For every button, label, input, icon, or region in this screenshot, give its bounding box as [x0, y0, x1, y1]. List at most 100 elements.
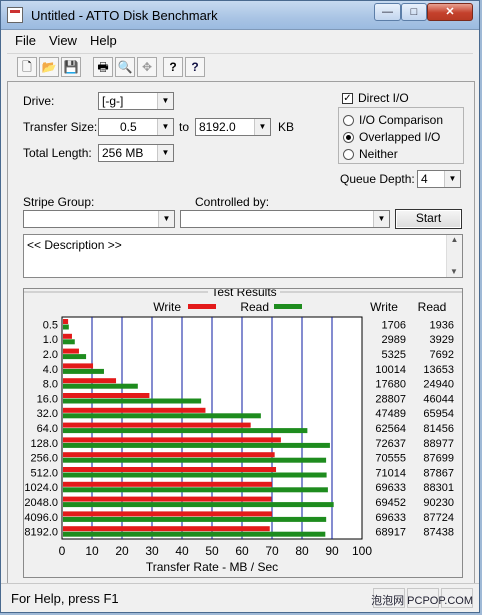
category-label: 1024.0	[24, 482, 58, 494]
start-button[interactable]: Start	[395, 209, 462, 229]
chevron-down-icon[interactable]: ▼	[157, 145, 173, 161]
chevron-down-icon[interactable]: ▼	[444, 171, 460, 187]
write-value: 71014	[375, 467, 406, 479]
read-bar	[63, 457, 327, 463]
menu-view[interactable]: View	[49, 33, 77, 48]
write-bar	[63, 407, 206, 413]
x-tick-label: 50	[205, 544, 219, 558]
x-tick-label: 40	[175, 544, 189, 558]
read-bar	[63, 383, 138, 389]
chevron-down-icon[interactable]: ▼	[254, 119, 270, 135]
read-bar	[63, 487, 328, 493]
move-icon[interactable]: ✥	[137, 57, 157, 77]
category-label: 128.0	[30, 438, 58, 450]
stripe-group-label: Stripe Group:	[23, 195, 95, 209]
read-bar	[63, 516, 327, 522]
description-box[interactable]: << Description >> ▲ ▼	[23, 234, 463, 278]
drive-select[interactable]: [-g-] ▼	[98, 92, 174, 110]
legend-read-label: Read	[240, 300, 269, 314]
read-bar	[63, 531, 326, 537]
controlled-by-select[interactable]: ▼	[180, 210, 390, 228]
menu-file[interactable]: File	[15, 33, 36, 48]
write-value: 2989	[382, 334, 406, 346]
close-button[interactable]: ✕	[427, 3, 473, 21]
save-disk-icon[interactable]: 💾	[61, 57, 81, 77]
open-folder-icon[interactable]: 📂	[39, 57, 59, 77]
category-label: 8192.0	[24, 527, 58, 539]
status-bar: For Help, press F1 泡泡网 PCPOP.COM	[1, 583, 479, 612]
read-value: 24940	[423, 379, 454, 391]
read-value: 13653	[423, 364, 454, 376]
category-label: 1.0	[43, 334, 58, 346]
read-bar	[63, 354, 87, 360]
x-tick-label: 90	[325, 544, 339, 558]
write-bar	[63, 496, 272, 502]
transfer-size-to-value: 8192.0	[199, 120, 236, 134]
write-value: 72637	[375, 438, 406, 450]
app-icon[interactable]	[7, 7, 23, 23]
read-value: 7692	[430, 349, 454, 361]
io-comparison-radio[interactable]	[343, 115, 354, 126]
x-tick-label: 0	[59, 544, 66, 558]
context-help-icon[interactable]: ?	[185, 57, 205, 77]
results-chart: Test Results Write Read Write Read 0.5 1.…	[24, 285, 462, 574]
read-value: 88977	[423, 438, 454, 450]
controlled-by-label: Controlled by:	[195, 195, 270, 209]
help-icon[interactable]: ?	[163, 57, 183, 77]
menu-help[interactable]: Help	[90, 33, 117, 48]
stripe-group-select[interactable]: ▼	[23, 210, 175, 228]
maximize-button[interactable]: □	[401, 3, 427, 21]
direct-io-label: Direct I/O	[358, 91, 409, 105]
read-bar	[63, 413, 261, 419]
io-comparison-label: I/O Comparison	[359, 113, 444, 127]
category-label: 512.0	[30, 467, 58, 479]
category-label: 4096.0	[24, 512, 58, 524]
category-label: 16.0	[37, 393, 58, 405]
write-value: 10014	[375, 364, 406, 376]
category-labels: 0.5 1.0 2.0 4.0 8.0 16.0 32.0 64.0 128.0 256.0 512…	[24, 319, 58, 538]
write-value: 5325	[382, 349, 406, 361]
chevron-down-icon[interactable]: ▼	[157, 119, 173, 135]
transfer-size-label: Transfer Size:	[23, 120, 98, 134]
scroll-up-icon[interactable]: ▲	[447, 235, 462, 244]
description-scrollbar[interactable]: ▲ ▼	[446, 235, 462, 277]
category-label: 256.0	[30, 453, 58, 465]
chevron-down-icon[interactable]: ▼	[158, 211, 174, 227]
category-label: 0.5	[43, 319, 58, 331]
category-label: 8.0	[43, 379, 58, 391]
category-label: 2.0	[43, 349, 58, 361]
to-label: to	[179, 120, 190, 134]
write-value: 62564	[375, 423, 406, 435]
read-value: 87438	[423, 527, 454, 539]
neither-radio[interactable]	[343, 149, 354, 160]
title-bar[interactable]: Untitled - ATTO Disk Benchmark — □ ✕	[1, 1, 479, 30]
direct-io-checkbox[interactable]: ✓	[342, 93, 353, 104]
x-tick-label: 30	[145, 544, 159, 558]
minimize-button[interactable]: —	[374, 3, 401, 21]
kb-label: KB	[278, 120, 295, 134]
write-bar	[63, 348, 79, 354]
write-bar	[63, 393, 150, 398]
write-bar	[63, 452, 275, 458]
neither-label: Neither	[359, 147, 398, 161]
read-value: 3929	[430, 334, 454, 346]
read-value: 87724	[423, 512, 454, 524]
transfer-size-to-select[interactable]: 8192.0 ▼	[195, 118, 271, 136]
drive-label: Drive:	[23, 94, 55, 108]
total-length-select[interactable]: 256 MB ▼	[98, 144, 174, 162]
print-icon[interactable]: 🖶	[93, 57, 113, 77]
chevron-down-icon[interactable]: ▼	[373, 211, 389, 227]
overlapped-io-radio[interactable]	[343, 132, 354, 143]
transfer-size-from-select[interactable]: 0.5 ▼	[98, 118, 174, 136]
chevron-down-icon[interactable]: ▼	[157, 93, 173, 109]
status-text: For Help, press F1	[11, 591, 119, 606]
scroll-down-icon[interactable]: ▼	[447, 267, 461, 276]
read-value: 87867	[423, 467, 454, 479]
queue-depth-select[interactable]: 4 ▼	[417, 170, 461, 188]
queue-depth-value: 4	[421, 172, 428, 186]
category-label: 2048.0	[24, 497, 58, 509]
new-file-icon[interactable]: 🗋	[17, 57, 37, 77]
results-title: Test Results	[211, 289, 276, 299]
queue-depth-label: Queue Depth:	[340, 172, 415, 186]
print-preview-icon[interactable]: 🔍	[115, 57, 135, 77]
